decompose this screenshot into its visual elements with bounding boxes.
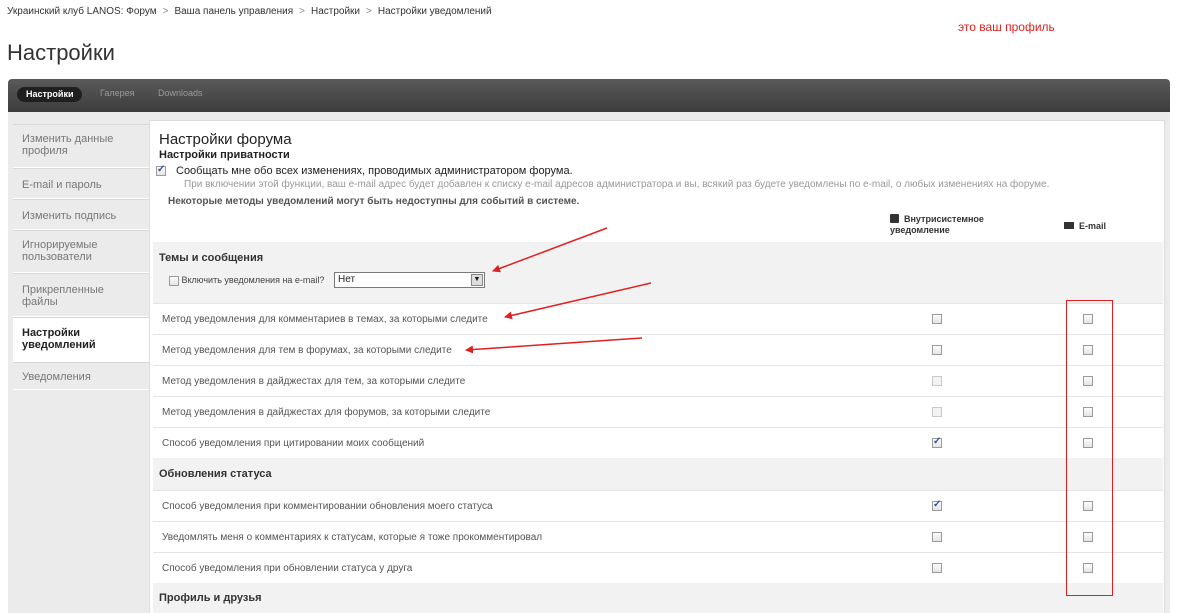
annotation-arrow	[465, 337, 643, 354]
annotation-arrows	[465, 227, 652, 354]
annotation-arrow	[504, 282, 652, 320]
annotation-arrow	[492, 227, 608, 273]
